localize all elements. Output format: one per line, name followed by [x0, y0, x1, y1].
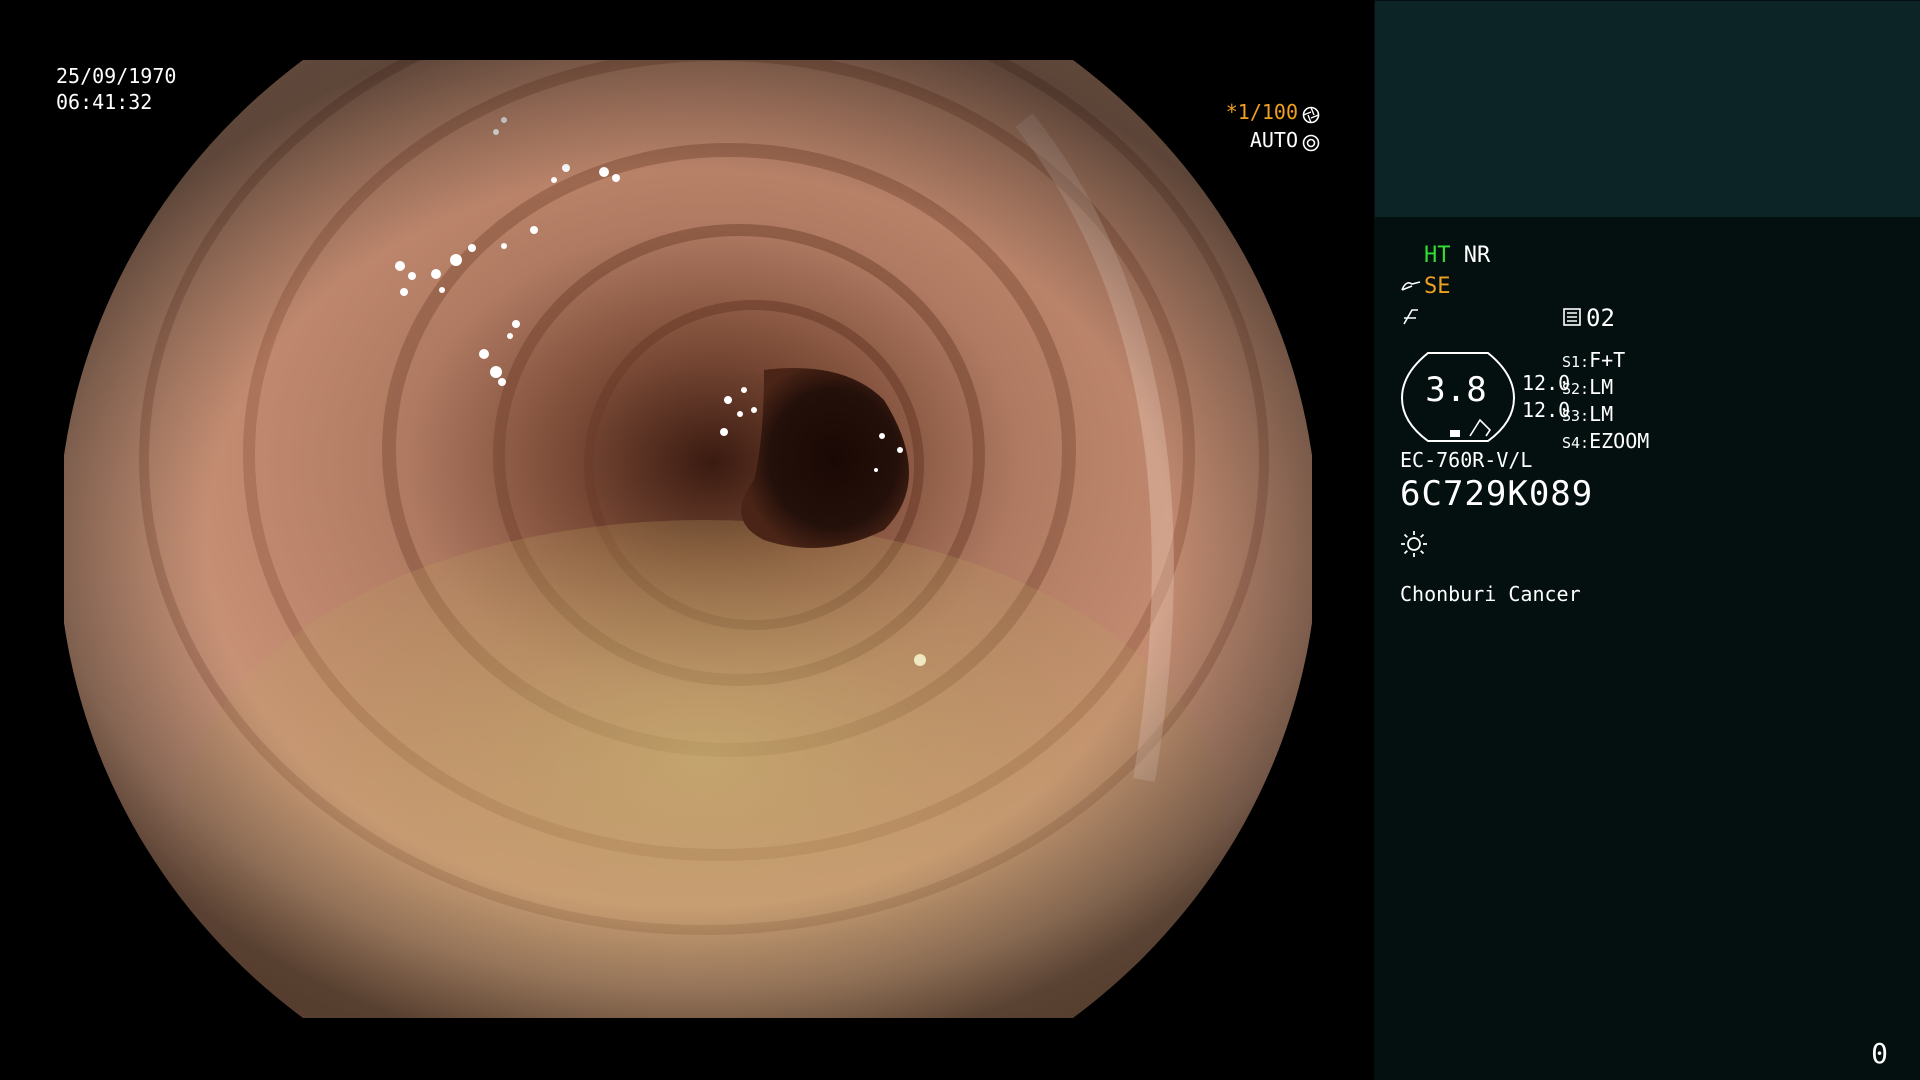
switch-row: S2:LM — [1562, 375, 1614, 399]
date-text: 25/09/1970 — [56, 64, 177, 88]
channel-number: 02 — [1586, 304, 1615, 332]
switch-row: S4:EZOOM — [1562, 429, 1650, 453]
exposure-overlay: *1/100 AUTO — [1226, 98, 1320, 154]
endoscope-image-area: 25/09/1970 06:41:32 *1/100 AUTO — [0, 0, 1374, 1080]
no-freeze-row — [1400, 306, 1424, 332]
info-panel-header — [1375, 1, 1920, 217]
iris-mode-row: AUTO — [1226, 126, 1320, 154]
se-indicator: SE — [1424, 274, 1451, 299]
magnification-value: 3.8 — [1425, 370, 1487, 410]
endoscopy-screen: 25/09/1970 06:41:32 *1/100 AUTO HT NR SE… — [0, 0, 1920, 1080]
channel-row: 02 — [1562, 304, 1615, 333]
shutter-row: *1/100 — [1226, 98, 1320, 126]
magnification-gauge: 3.8 — [1400, 350, 1520, 444]
scope-model: EC-760R-V/L — [1400, 448, 1533, 472]
aperture-icon — [1302, 103, 1320, 124]
light-icon — [1400, 530, 1428, 564]
auto-iris-icon — [1302, 131, 1320, 152]
memo-icon — [1562, 307, 1586, 333]
no-freeze-icon — [1400, 307, 1424, 332]
endoscope-view — [64, 60, 1312, 1018]
iris-mode: AUTO — [1249, 128, 1298, 152]
scissors-icon — [1400, 275, 1424, 300]
nr-indicator: NR — [1463, 243, 1491, 268]
time-text: 06:41:32 — [56, 90, 153, 114]
info-panel: HT NR SE 02 3.8 12.0 12.0 S1:F+T S2:LM S… — [1374, 0, 1920, 1080]
scope-serial: 6C729K089 — [1400, 474, 1594, 514]
date-time-overlay: 25/09/1970 06:41:32 — [56, 63, 176, 115]
se-row: SE — [1400, 274, 1451, 300]
enhancement-row: HT NR — [1400, 243, 1490, 268]
switch-assignments: S1:F+T S2:LM S3:LM S4:EZOOM — [1562, 348, 1649, 456]
page-number: 0 — [1871, 1037, 1888, 1070]
switch-row: S3:LM — [1562, 402, 1614, 426]
ht-indicator: HT — [1424, 243, 1451, 268]
colon-lumen-image — [64, 60, 1312, 1018]
institution-name: Chonburi Cancer — [1400, 582, 1581, 606]
switch-row: S1:F+T — [1562, 348, 1626, 372]
shutter-speed: *1/100 — [1225, 100, 1298, 124]
